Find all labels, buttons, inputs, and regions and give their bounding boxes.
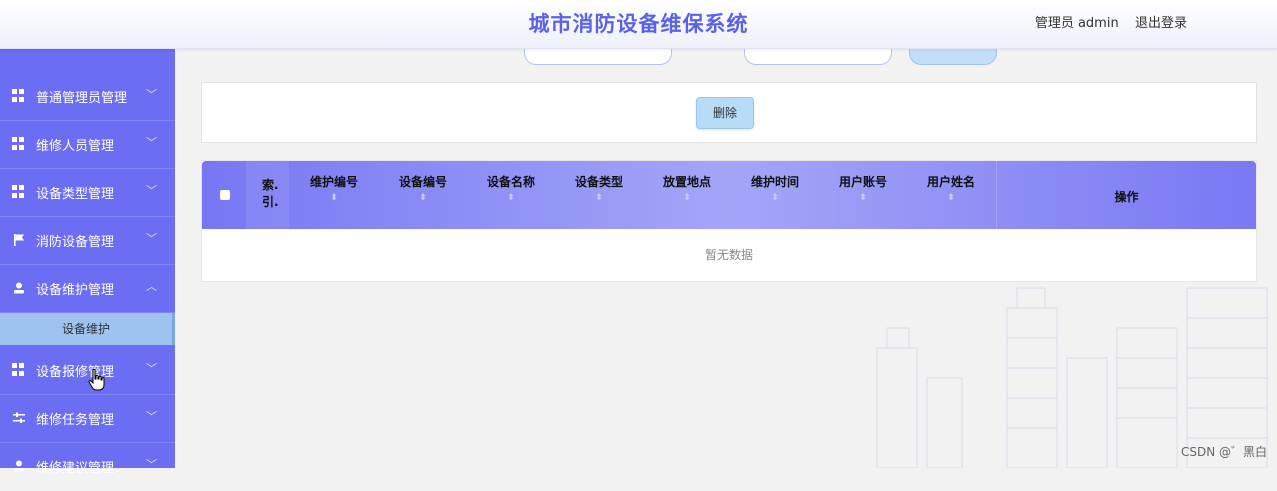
city-background-illustration xyxy=(876,287,1268,468)
sidebar-item-label: 维修任务管理 xyxy=(36,413,115,428)
delete-button[interactable]: 删除 xyxy=(696,97,754,129)
flag-icon xyxy=(14,234,24,246)
column-header-label: 用户账号 xyxy=(838,175,887,189)
column-header-user-name[interactable]: 用户姓名 ⬍ xyxy=(907,161,995,229)
chevron-down-icon: ﹀ xyxy=(146,362,157,375)
sidebar-subitem-maintenance[interactable]: 设备维护 xyxy=(0,313,175,345)
column-header-label: 维护编号 xyxy=(309,175,358,189)
data-table: 索. 引. 维护编号 ⬍ 设备编号 ⬍ 设备名称 ⬍ 设备类型 ⬍ 放置地点 ⬍… xyxy=(201,160,1257,282)
hand-cursor-icon xyxy=(88,368,105,391)
action-panel: 删除 xyxy=(201,82,1257,143)
sort-icon[interactable]: ⬍ xyxy=(907,194,995,203)
logout-link[interactable]: 退出登录 xyxy=(1135,16,1187,31)
sliders-icon xyxy=(13,412,25,423)
admin-label: 管理员 admin xyxy=(1034,16,1119,31)
grid-icon xyxy=(12,89,26,103)
column-header-label: 维护时间 xyxy=(750,175,799,189)
sidebar-item-device-types[interactable]: 设备类型管理 ﹀ xyxy=(0,168,175,217)
column-header-maintenance-time[interactable]: 维护时间 ⬍ xyxy=(731,161,819,229)
user-icon xyxy=(14,282,24,294)
column-header-label: 操作 xyxy=(1114,190,1139,204)
sidebar-item-admin[interactable]: 普通管理员管理 ﹀ xyxy=(0,72,175,121)
column-header-label: 设备名称 xyxy=(486,175,535,189)
sort-icon[interactable]: ⬍ xyxy=(289,194,379,203)
sidebar-item-repair-suggestions[interactable]: 维修建议管理 ﹀ xyxy=(0,442,175,491)
index-column-header: 索. 引. xyxy=(246,161,289,229)
grid-icon xyxy=(12,363,26,377)
sidebar-item-label: 消防设备管理 xyxy=(36,235,115,250)
column-header-maintenance-id[interactable]: 维护编号 ⬍ xyxy=(289,161,379,229)
chevron-up-icon: ︿ xyxy=(146,280,157,293)
column-header-location[interactable]: 放置地点 ⬍ xyxy=(643,161,731,229)
sidebar-item-label: 维修人员管理 xyxy=(36,139,115,154)
sidebar-item-repairers[interactable]: 维修人员管理 ﹀ xyxy=(0,120,175,169)
sort-icon[interactable]: ⬍ xyxy=(555,194,643,203)
sidebar-item-device-maintenance[interactable]: 设备维护管理 ︿ xyxy=(0,264,175,313)
select-all-checkbox[interactable] xyxy=(220,190,230,200)
column-header-device-id[interactable]: 设备编号 ⬍ xyxy=(379,161,467,229)
column-header-device-name[interactable]: 设备名称 ⬍ xyxy=(467,161,555,229)
chevron-down-icon: ﹀ xyxy=(146,184,157,197)
sidebar-item-fire-devices[interactable]: 消防设备管理 ﹀ xyxy=(0,216,175,265)
grid-icon xyxy=(12,185,26,199)
grid-icon xyxy=(12,137,26,151)
chevron-down-icon: ﹀ xyxy=(146,232,157,245)
top-header: 城市消防设备维保系统 管理员 admin 退出登录 xyxy=(0,0,1277,49)
sidebar-item-label: 普通管理员管理 xyxy=(36,91,128,106)
user-area: 管理员 admin 退出登录 xyxy=(1035,12,1187,31)
user-icon xyxy=(14,460,24,472)
column-header-actions: 操作 xyxy=(997,161,1256,229)
column-header-device-type[interactable]: 设备类型 ⬍ xyxy=(555,161,643,229)
sidebar-item-label: 设备类型管理 xyxy=(36,187,115,202)
chevron-down-icon: ﹀ xyxy=(146,458,157,471)
chevron-down-icon: ﹀ xyxy=(146,88,157,101)
watermark: CSDN @゛黑白 xyxy=(1180,445,1267,459)
column-header-label: 放置地点 xyxy=(662,175,711,189)
sort-icon[interactable]: ⬍ xyxy=(819,194,907,203)
sidebar-item-label: 维修建议管理 xyxy=(36,461,115,476)
column-header-label: 用户姓名 xyxy=(926,175,975,189)
sidebar-item-repair-tasks[interactable]: 维修任务管理 ﹀ xyxy=(0,394,175,443)
sort-icon[interactable]: ⬍ xyxy=(467,194,555,203)
sort-icon[interactable]: ⬍ xyxy=(731,194,819,203)
sort-icon[interactable]: ⬍ xyxy=(643,194,731,203)
column-header-label: 设备类型 xyxy=(574,175,623,189)
sidebar-item-label: 设备维护管理 xyxy=(36,283,115,298)
chevron-down-icon: ﹀ xyxy=(146,136,157,149)
index-header-label: 索. 引. xyxy=(262,178,279,209)
sort-icon[interactable]: ⬍ xyxy=(379,194,467,203)
sidebar: 普通管理员管理 ﹀ 维修人员管理 ﹀ 设备类型管理 ﹀ 消防设备管理 ﹀ 设备维… xyxy=(0,48,175,491)
column-header-label: 设备编号 xyxy=(398,175,447,189)
column-header-user-account[interactable]: 用户账号 ⬍ xyxy=(819,161,907,229)
table-header: 索. 引. 维护编号 ⬍ 设备编号 ⬍ 设备名称 ⬍ 设备类型 ⬍ 放置地点 ⬍… xyxy=(202,161,1256,229)
chevron-down-icon: ﹀ xyxy=(146,410,157,423)
